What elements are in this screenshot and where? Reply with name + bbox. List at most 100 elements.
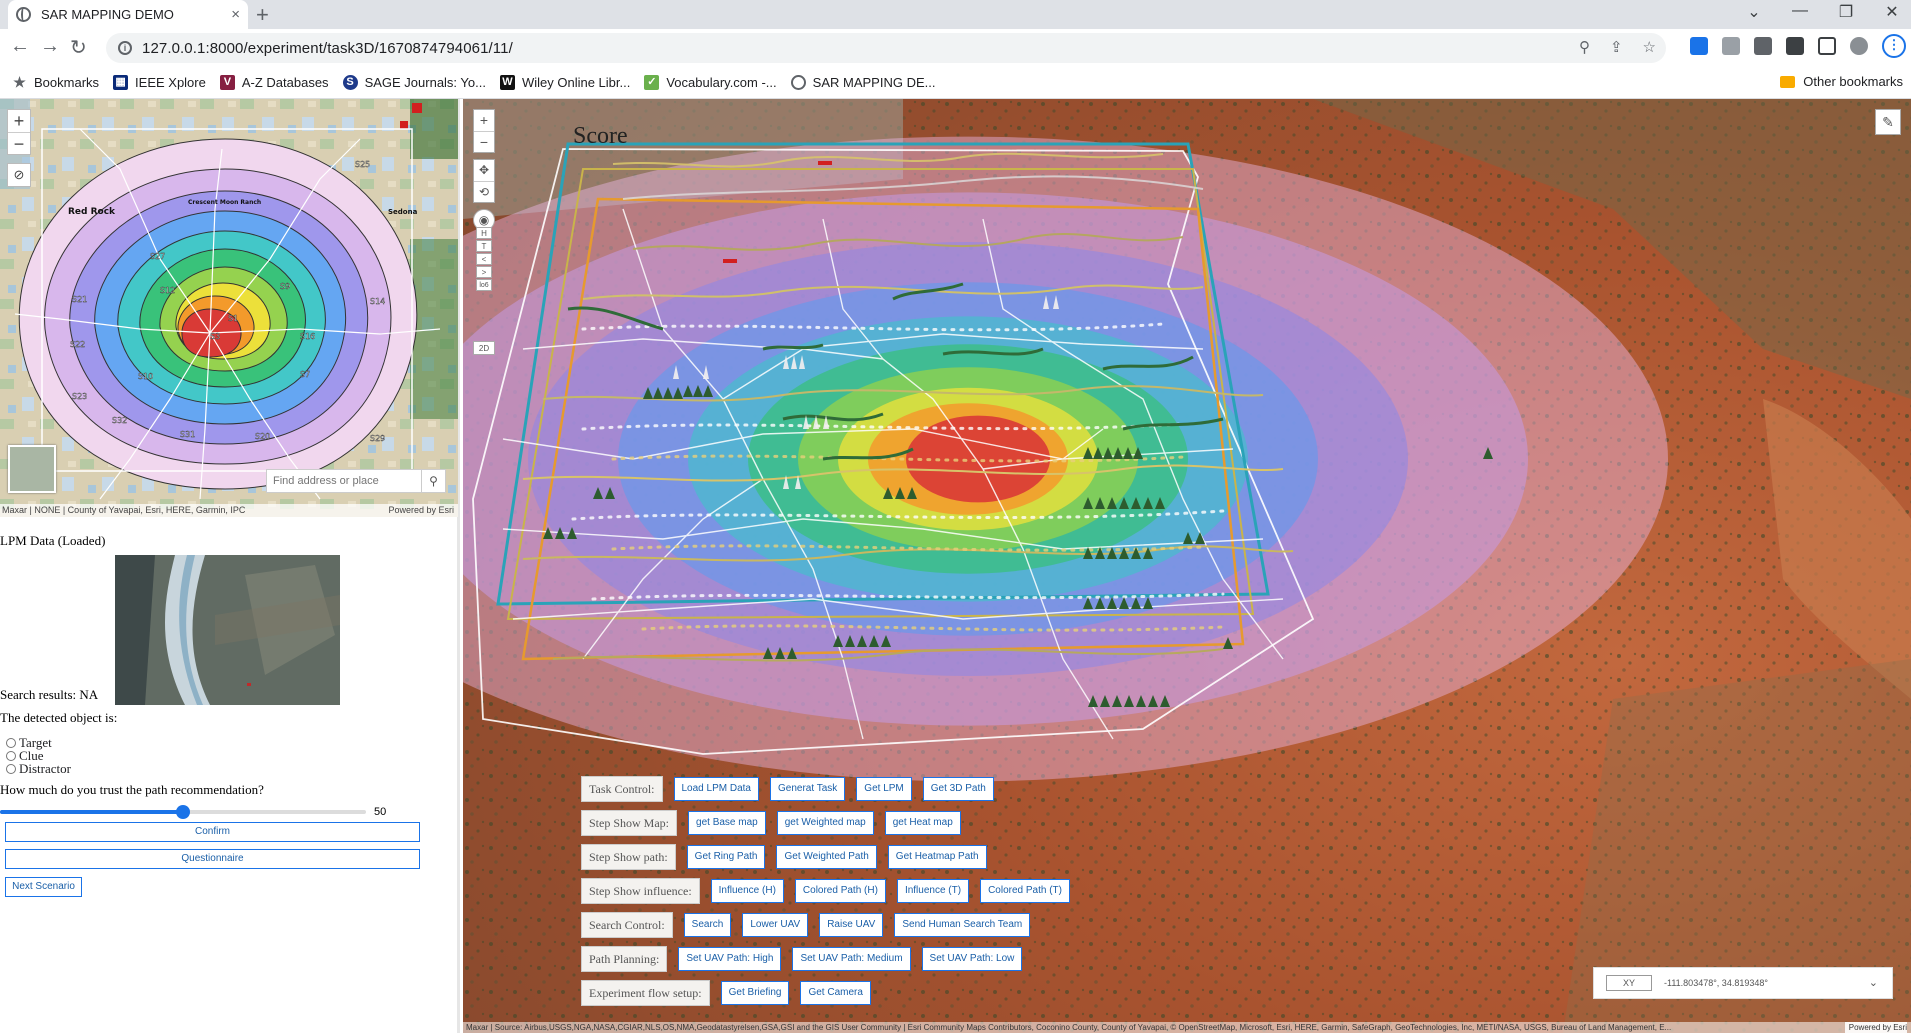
get-camera-button[interactable]: Get Camera [800,981,871,1005]
compass-button[interactable]: ⊘ [7,163,31,187]
colored-path-h-button[interactable]: Colored Path (H) [794,879,886,903]
rotate-icon[interactable]: ⟲ [474,181,494,203]
raise-uav-button[interactable]: Raise UAV [819,913,884,937]
bookmark-star-icon[interactable]: ☆ [1643,38,1656,56]
get-base-map-button[interactable]: get Base map [688,811,766,835]
questionnaire-button[interactable]: Questionnaire [5,849,420,869]
zoom-out-button[interactable]: − [8,132,30,155]
radio-clue[interactable] [6,751,16,761]
basemap-toggle[interactable] [8,445,56,493]
back-icon[interactable]: ← [10,35,30,58]
profile-avatar[interactable] [1850,37,1868,55]
get-weighted-path-button[interactable]: Get Weighted Path [776,845,877,869]
url-text[interactable]: 127.0.0.1:8000/experiment/task3D/1670874… [142,40,513,57]
edit-icon[interactable]: ✎ [1875,109,1901,135]
browser-menu-icon[interactable]: ⋮ [1882,34,1906,58]
tab-close-icon[interactable]: × [231,6,240,23]
uav-path-low-button[interactable]: Set UAV Path: Low [921,947,1023,971]
forward-icon[interactable]: → [40,35,60,58]
experiment-flow-row: Experiment flow setup: Get Briefing Get … [581,980,871,1006]
search-icon[interactable]: ⚲ [421,470,445,492]
view-tilt-button[interactable]: T [476,240,492,252]
search-results: Search results: NA [0,687,99,702]
load-lpm-data-button[interactable]: Load LPM Data [673,777,759,801]
view-next-button[interactable]: > [476,266,492,278]
tab-strip: SAR MAPPING DEMO × + ⌄ — ❐ ✕ [0,0,1911,29]
generate-task-button[interactable]: Generat Task [770,777,846,801]
minimize-icon[interactable]: — [1791,2,1809,22]
bookmark-item[interactable]: ★ Bookmarks [12,75,99,91]
chevron-down-icon[interactable]: ⌄ [1869,976,1878,989]
docs-extension-icon[interactable] [1722,37,1740,55]
get-lpm-button[interactable]: Get LPM [856,777,912,801]
lpm-2d-map[interactable]: S3 S1 S31 S12 S9 S16 S27 S25 S22 S7 S10 … [0,99,458,517]
zoom-out-3d-button[interactable]: − [474,131,494,153]
bookmark-item[interactable]: SAR MAPPING DE... [790,75,935,90]
bookmark-item[interactable]: V A-Z Databases [219,75,329,90]
side-panel-icon[interactable] [1818,37,1836,55]
send-human-team-button[interactable]: Send Human Search Team [894,913,1031,937]
ring-label: S1 [228,314,238,323]
globe-icon [790,75,806,90]
scene-3d-view[interactable]: Score + − ✥ ⟲ ◉ H T < > lo6 2D ✎ Task Co… [463,99,1911,1033]
address-search-input[interactable] [267,475,417,487]
get-heat-map-button[interactable]: get Heat map [884,811,961,835]
translate-extension-icon[interactable] [1690,37,1708,55]
uav-path-medium-button[interactable]: Set UAV Path: Medium [792,947,911,971]
zoom-in-button[interactable]: + [8,110,30,132]
extensions-area: ⋮ [1690,34,1906,58]
window-close-icon[interactable]: ✕ [1883,2,1901,22]
browser-tab[interactable]: SAR MAPPING DEMO × [8,0,248,29]
influence-h-button[interactable]: Influence (H) [710,879,784,903]
uav-path-high-button[interactable]: Set UAV Path: High [678,947,782,971]
view-home-button[interactable]: H [476,227,492,239]
get-heatmap-path-button[interactable]: Get Heatmap Path [887,845,987,869]
restore-icon[interactable]: ❐ [1837,2,1855,22]
bookmarks-bar: ★ Bookmarks ▦ IEEE Xplore V A-Z Database… [0,67,1911,99]
slider-thumb[interactable] [176,805,190,819]
get-briefing-button[interactable]: Get Briefing [720,981,790,1005]
option-distractor[interactable]: Distractor [6,761,71,777]
uav-camera-image [115,555,340,705]
next-scenario-button[interactable]: Next Scenario [5,877,82,897]
zoom-in-3d-button[interactable]: + [474,110,494,131]
bookmark-item[interactable]: W Wiley Online Libr... [499,75,630,90]
new-tab-button[interactable]: + [256,2,269,28]
lower-uav-button[interactable]: Lower UAV [742,913,809,937]
puzzle-extensions-icon[interactable] [1754,37,1772,55]
search-button[interactable]: Search [683,913,732,937]
get-ring-path-button[interactable]: Get Ring Path [686,845,766,869]
experiment-flow-label: Experiment flow setup: [581,980,710,1006]
toggle-2d-button[interactable]: 2D [473,341,495,355]
view-prev-button[interactable]: < [476,253,492,265]
influence-t-button[interactable]: Influence (T) [896,879,970,903]
coordinate-conversion[interactable]: XY -111.803478°, 34.819348° ⌄ [1593,967,1893,999]
bookmark-item[interactable]: S SAGE Journals: Yo... [342,75,486,90]
radio-target[interactable] [6,738,16,748]
radio-distractor[interactable] [6,764,16,774]
get-weighted-map-button[interactable]: get Weighted map [776,811,874,835]
bookmark-item[interactable]: ✓ Vocabulary.com -... [644,75,777,90]
reading-list-icon[interactable] [1786,37,1804,55]
reload-icon[interactable]: ↻ [70,35,87,60]
colored-path-t-button[interactable]: Colored Path (T) [980,879,1070,903]
pan-icon[interactable]: ✥ [474,160,494,181]
address-bar[interactable]: i 127.0.0.1:8000/experiment/task3D/16708… [106,33,1666,63]
share-icon[interactable]: ⇪ [1610,38,1623,56]
coordinate-mode[interactable]: XY [1606,975,1652,991]
confirm-button[interactable]: Confirm [5,822,420,842]
address-search[interactable]: ⚲ [266,469,446,493]
tab-search-icon[interactable]: ⌄ [1745,2,1763,22]
ring-label: S10 [138,372,153,381]
place-label: Red Rock [68,207,116,217]
site-info-icon[interactable]: i [118,41,132,55]
step-show-map-label: Step Show Map: [581,810,678,836]
view-level-button[interactable]: lo6 [476,279,492,291]
other-bookmarks[interactable]: Other bookmarks [1780,74,1903,89]
ring-label: S7 [300,370,310,379]
trust-slider[interactable] [0,804,366,820]
ring-label: S21 [72,295,87,304]
zoom-icon[interactable]: ⚲ [1579,38,1590,56]
get-3d-path-button[interactable]: Get 3D Path [922,777,994,801]
bookmark-item[interactable]: ▦ IEEE Xplore [113,75,206,90]
